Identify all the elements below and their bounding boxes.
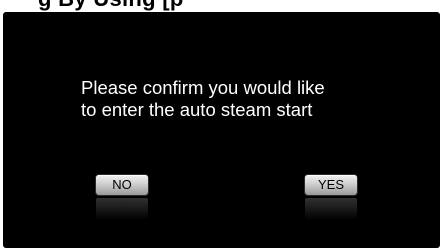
no-button[interactable]: NO bbox=[96, 175, 148, 195]
cropped-heading: g By Using [p bbox=[0, 0, 442, 12]
device-screen: Please confirm you would like to enter t… bbox=[3, 12, 440, 248]
confirm-message: Please confirm you would like to enter t… bbox=[81, 77, 325, 121]
confirm-message-line-1: Please confirm you would like bbox=[81, 77, 325, 98]
confirm-message-line-2: to enter the auto steam start bbox=[81, 99, 313, 120]
cropped-heading-text: g By Using [p bbox=[38, 0, 184, 12]
yes-button-reflection bbox=[305, 198, 357, 220]
yes-button[interactable]: YES bbox=[305, 175, 357, 195]
no-button-reflection bbox=[96, 198, 148, 220]
